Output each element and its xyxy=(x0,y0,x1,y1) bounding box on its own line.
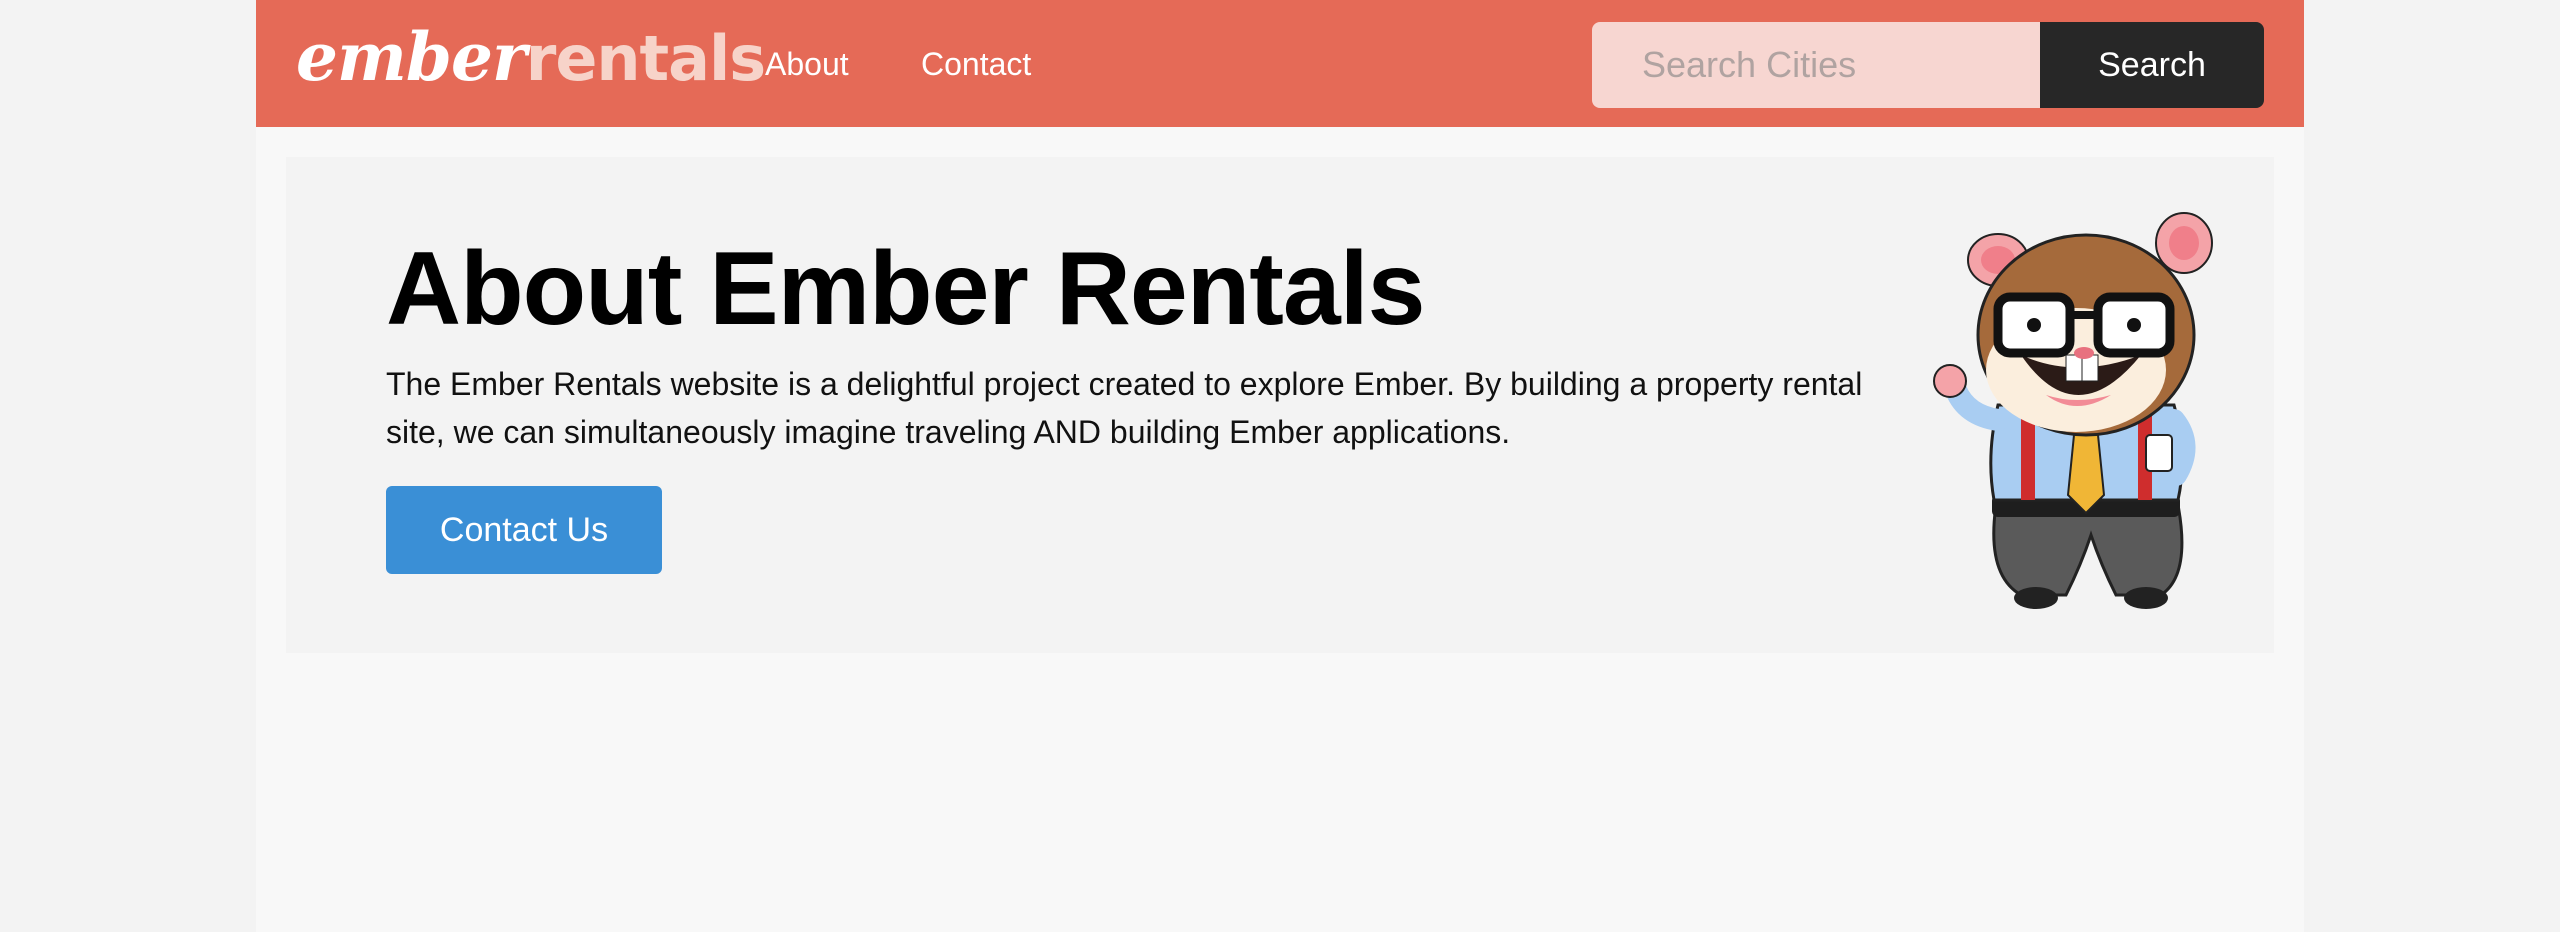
search-input[interactable] xyxy=(1592,22,2040,108)
logo-ember: ember xyxy=(296,18,527,96)
top-nav: ember rentals About Contact Search xyxy=(256,0,2304,127)
jumbotron: About Ember Rentals The Ember Rentals we… xyxy=(286,157,2274,653)
search-button[interactable]: Search xyxy=(2040,22,2264,108)
contact-us-button[interactable]: Contact Us xyxy=(386,486,662,574)
nav-link-about[interactable]: About xyxy=(765,44,849,84)
tomster-mascot-icon xyxy=(1933,212,2213,609)
logo-rentals: rentals xyxy=(525,22,766,95)
page-title: About Ember Rentals xyxy=(386,231,1425,347)
logo-link[interactable]: ember rentals xyxy=(296,12,766,102)
page: emberrentals About Contact Search About … xyxy=(256,0,2304,932)
intro-text: The Ember Rentals website is a delightfu… xyxy=(386,366,1863,450)
nav-link-contact[interactable]: Contact xyxy=(921,44,1031,84)
